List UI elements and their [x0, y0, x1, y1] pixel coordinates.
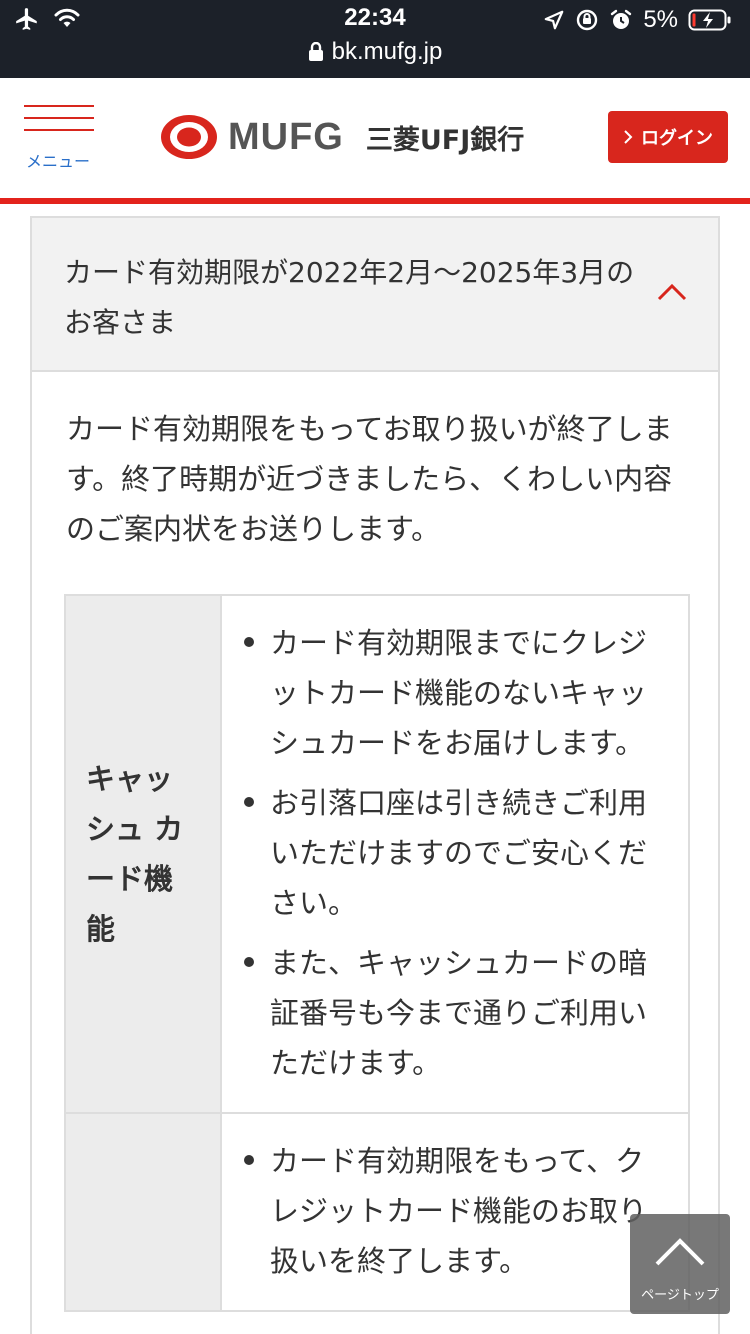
table-row-header: キャッシュ カード機能 [66, 596, 222, 1114]
login-label: ログイン [641, 128, 713, 149]
status-bar: 22:34 bk.mufg.jp 5% [0, 0, 750, 78]
list-item: お引落口座は引き続きご利用いただけますのでご安心ください。 [242, 778, 658, 928]
orientation-lock-icon [575, 8, 599, 32]
menu-label: メニュー [25, 152, 90, 171]
location-arrow-icon [543, 9, 565, 31]
table-cell: カード有効期限までにクレジットカード機能のないキャッシュカードをお届けします。 … [222, 596, 690, 1114]
page-top-label: ページトップ [641, 1288, 719, 1303]
url-text: bk.mufg.jp [331, 38, 443, 65]
table-row: キャッシュ カード機能 カード有効期限までにクレジットカード機能のないキャッシュ… [66, 596, 690, 1114]
alarm-icon [609, 8, 633, 32]
chevron-up-icon [656, 282, 688, 302]
table-row: カード有効期限をもって、クレジットカード機能のお取り扱いを終了します。 [66, 1114, 690, 1312]
info-table: キャッシュ カード機能 カード有効期限までにクレジットカード機能のないキャッシュ… [64, 594, 690, 1312]
accordion-title: カード有効期限が2022年2月〜2025年3月のお客さま [64, 256, 635, 339]
list-item: カード有効期限をもって、クレジットカード機能のお取り扱いを終了します。 [242, 1136, 658, 1286]
table-cell: カード有効期限をもって、クレジットカード機能のお取り扱いを終了します。 [222, 1114, 690, 1312]
site-header: メニュー MUFG 三菱UFJ銀行 ログイン [0, 78, 750, 198]
chevron-up-icon [652, 1234, 708, 1270]
list-item: また、キャッシュカードの暗証番号も今まで通りご利用いただけます。 [242, 938, 658, 1088]
accordion-header[interactable]: カード有効期限が2022年2月〜2025年3月のお客さま [32, 218, 718, 372]
accordion-panel: カード有効期限が2022年2月〜2025年3月のお客さま カード有効期限をもって… [30, 216, 720, 1334]
chevron-right-icon [623, 129, 633, 145]
status-right: 5% [543, 6, 732, 34]
url-bar[interactable]: bk.mufg.jp [0, 38, 750, 66]
accordion-description: カード有効期限をもってお取り扱いが終了します。終了時期が近づきましたら、くわしい… [66, 412, 673, 546]
bullet-icon [244, 1155, 254, 1165]
bullet-icon [244, 637, 254, 647]
menu-button[interactable]: メニュー [22, 100, 94, 172]
hamburger-icon [24, 105, 94, 141]
table-row-header [66, 1114, 222, 1312]
mufg-logo-mark-icon [158, 112, 220, 162]
bullet-icon [244, 797, 254, 807]
battery-charging-icon [688, 8, 732, 32]
bullet-icon [244, 957, 254, 967]
battery-percent: 5% [643, 6, 678, 33]
bank-name: 三菱UFJ銀行 [365, 124, 525, 156]
login-button[interactable]: ログイン [608, 111, 728, 163]
list-item: カード有効期限までにクレジットカード機能のないキャッシュカードをお届けします。 [242, 618, 658, 768]
lock-icon [308, 42, 324, 62]
logo-text: MUFG [228, 115, 344, 158]
header-divider [0, 198, 750, 204]
mufg-logo[interactable]: MUFG 三菱UFJ銀行 [158, 112, 524, 162]
page-top-button[interactable]: ページトップ [630, 1214, 730, 1314]
